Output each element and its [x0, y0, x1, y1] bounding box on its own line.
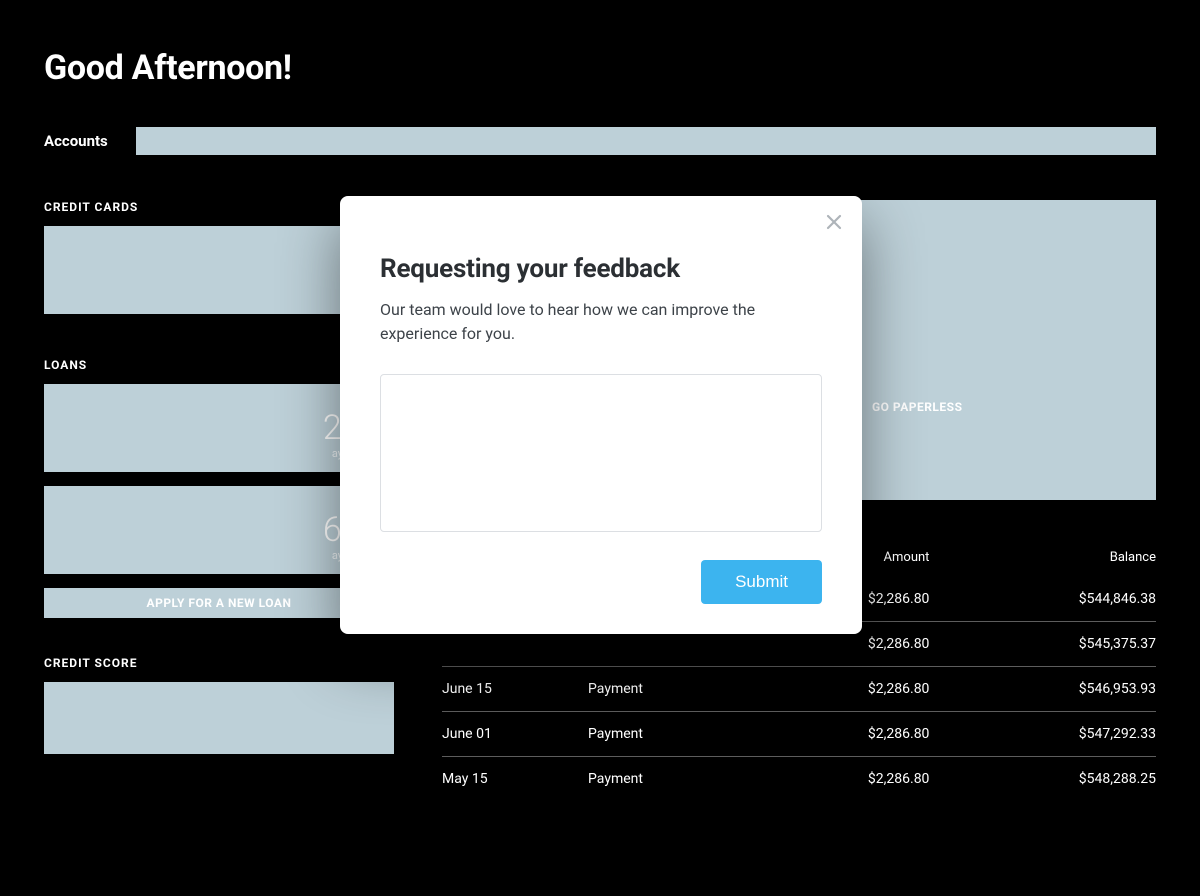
tab-bar-fill [136, 127, 1156, 155]
credit-score-tile[interactable] [44, 682, 394, 754]
cell-type: Payment [588, 667, 749, 712]
table-row[interactable]: June 15 Payment $2,286.80 $546,953.93 [442, 667, 1156, 712]
cell-amount: $2,286.80 [749, 757, 929, 802]
modal-title: Requesting your feedback [380, 254, 822, 284]
cell-balance: $545,375.37 [929, 622, 1156, 667]
page-greeting: Good Afternoon! [44, 48, 1156, 88]
cell-amount: $2,286.80 [749, 712, 929, 757]
cell-balance: $547,292.33 [929, 712, 1156, 757]
table-row[interactable]: June 01 Payment $2,286.80 $547,292.33 [442, 712, 1156, 757]
cell-amount: $2,286.80 [749, 667, 929, 712]
section-credit-score-label: CREDIT SCORE [44, 656, 394, 670]
submit-button[interactable]: Submit [701, 560, 822, 604]
close-icon[interactable] [822, 210, 846, 234]
go-paperless-button[interactable]: GO PAPERLESS [872, 400, 962, 414]
cell-balance: $544,846.38 [929, 577, 1156, 622]
cell-balance: $548,288.25 [929, 757, 1156, 802]
cell-date: May 15 [442, 757, 588, 802]
cell-balance: $546,953.93 [929, 667, 1156, 712]
tab-bar: Accounts [44, 122, 1156, 160]
tab-accounts[interactable]: Accounts [44, 122, 108, 160]
feedback-modal: Requesting your feedback Our team would … [340, 196, 862, 634]
cell-type: Payment [588, 757, 749, 802]
feedback-textarea[interactable] [380, 374, 822, 532]
cell-date: June 15 [442, 667, 588, 712]
table-row[interactable]: May 15 Payment $2,286.80 $548,288.25 [442, 757, 1156, 802]
col-balance: Balance [929, 550, 1156, 577]
modal-body: Our team would love to hear how we can i… [380, 298, 822, 346]
cell-date: June 01 [442, 712, 588, 757]
cell-type: Payment [588, 712, 749, 757]
